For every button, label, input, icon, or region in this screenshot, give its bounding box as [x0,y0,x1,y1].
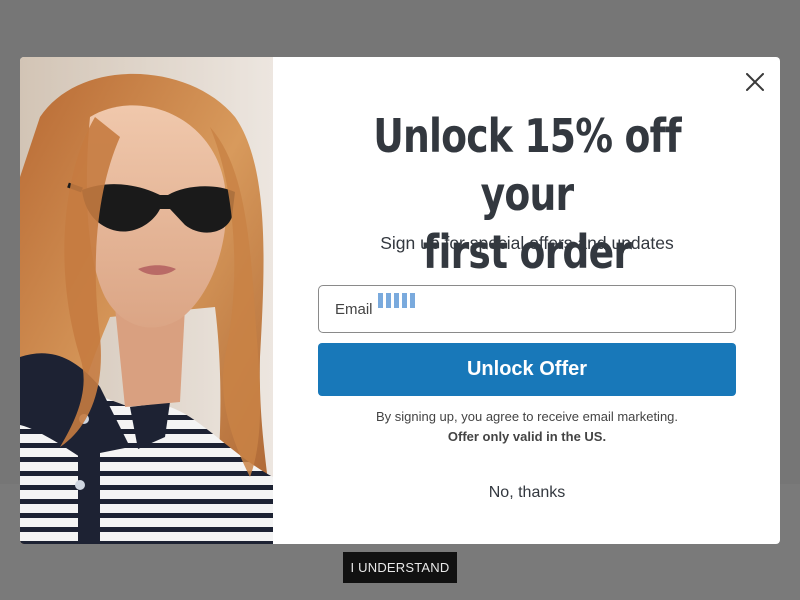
popup-headline: Unlock 15% off your first order [356,107,699,281]
popup-subheadline: Sign up for special offers and updates [380,233,674,253]
headline-line-1: Unlock 15% off your [373,109,681,221]
i-understand-button[interactable]: I UNDERSTAND [343,552,457,583]
email-input[interactable]: Email [318,285,736,333]
close-button[interactable] [742,69,768,95]
typing-indicator [378,293,415,308]
legal-text: By signing up, you agree to receive emai… [318,407,736,447]
legal-line-1: By signing up, you agree to receive emai… [375,409,679,424]
email-label: Email [335,301,373,318]
model-photo [20,57,273,544]
close-icon [746,73,764,91]
no-thanks-link[interactable]: No, thanks [318,484,736,502]
legal-line-2: Offer only valid in the US. [447,429,607,444]
unlock-offer-button[interactable]: Unlock Offer [318,343,736,396]
signup-popup: Unlock 15% off your first order Sign up … [20,57,780,544]
